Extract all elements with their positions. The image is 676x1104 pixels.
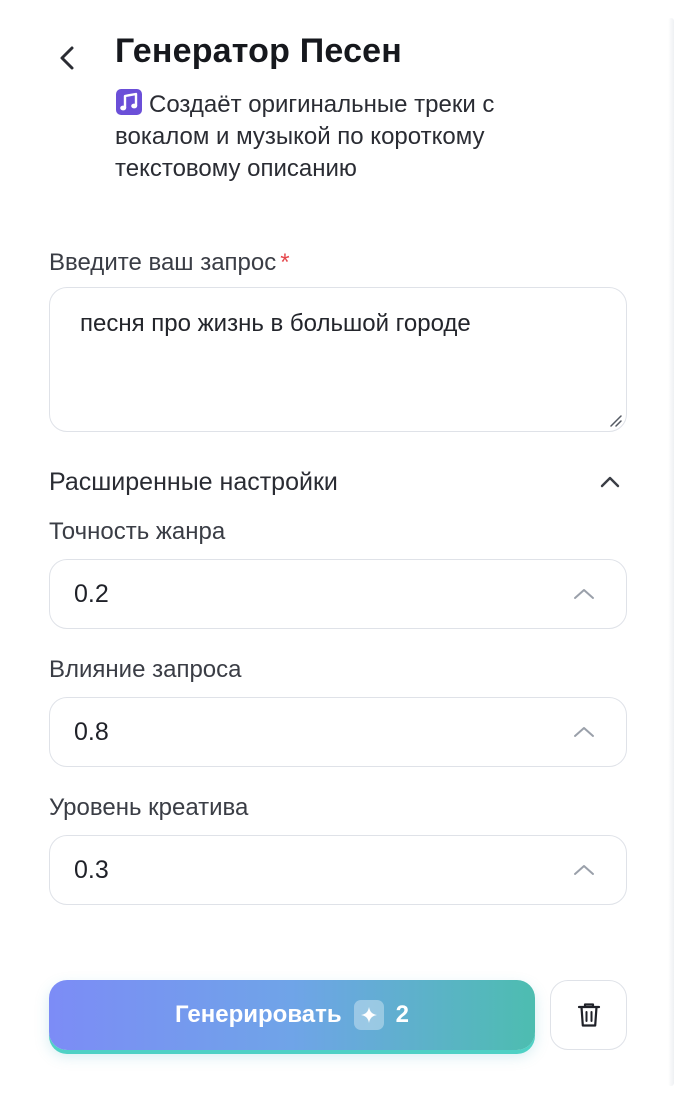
prompt-influence-input[interactable]: 0.8 [49, 697, 627, 767]
prompt-label-text: Введите ваш запрос [49, 249, 277, 276]
music-note-icon [116, 89, 142, 115]
increment-chevron-icon[interactable] [572, 587, 596, 601]
prompt-influence-value: 0.8 [74, 717, 109, 746]
scrollbar-edge [668, 18, 674, 1086]
prompt-input-value: песня про жизнь в большой городе [80, 310, 471, 337]
resize-handle-icon[interactable] [608, 413, 622, 427]
trash-icon [577, 1003, 600, 1027]
chevron-left-icon [60, 46, 74, 70]
creativity-level-label: Уровень креатива [49, 794, 249, 821]
generate-button[interactable]: Генерировать 2 [49, 980, 535, 1050]
advanced-settings-toggle[interactable]: Расширенные настройки [49, 464, 627, 500]
generate-cost: 2 [395, 1001, 409, 1028]
generate-button-label: Генерировать [175, 1001, 342, 1028]
subtitle-text: Создаёт оригинальные треки с вокалом и м… [115, 91, 495, 182]
genre-accuracy-input[interactable]: 0.2 [49, 559, 627, 629]
prompt-input[interactable]: песня про жизнь в большой городе [49, 287, 627, 432]
back-button[interactable] [52, 40, 82, 76]
required-mark: * [280, 249, 290, 276]
page-title: Генератор Песен [115, 32, 403, 70]
prompt-label: Введите ваш запрос * [49, 249, 290, 277]
genre-accuracy-label: Точность жанра [49, 518, 226, 545]
increment-chevron-icon[interactable] [572, 863, 596, 877]
page-description: Создаёт оригинальные треки с вокалом и м… [115, 88, 595, 185]
creativity-level-value: 0.3 [74, 855, 109, 884]
increment-chevron-icon[interactable] [572, 725, 596, 739]
gem-icon [353, 1000, 384, 1030]
delete-button[interactable] [550, 980, 627, 1050]
genre-accuracy-value: 0.2 [74, 579, 109, 608]
prompt-influence-label: Влияние запроса [49, 656, 242, 683]
chevron-up-icon [600, 476, 620, 488]
creativity-level-input[interactable]: 0.3 [49, 835, 627, 905]
song-generator-panel: Генератор Песен Создаёт оригинальные тре… [0, 0, 676, 1104]
advanced-settings-label: Расширенные настройки [49, 467, 338, 496]
